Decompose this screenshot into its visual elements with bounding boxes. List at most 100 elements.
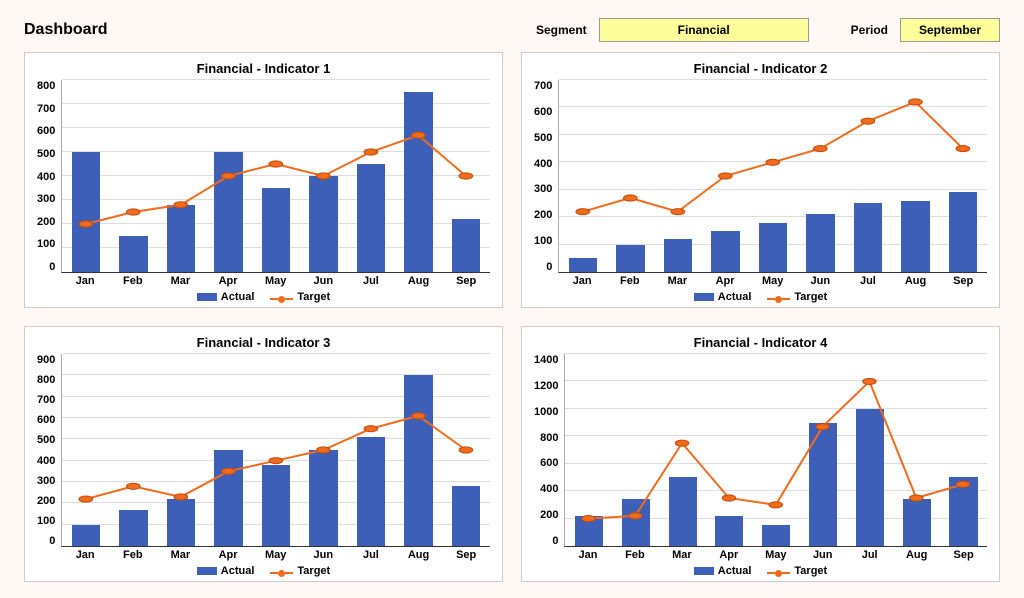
y-tick: 600	[534, 106, 552, 118]
y-tick: 300	[37, 475, 55, 487]
target-line	[62, 80, 490, 272]
y-tick: 800	[37, 80, 55, 92]
x-tick: Jun	[796, 275, 844, 287]
segment-label: Segment	[536, 23, 587, 37]
y-tick: 700	[534, 80, 552, 92]
plot-wrap: JanFebMarAprMayJunJulAugSep	[558, 80, 987, 287]
y-tick: 500	[534, 132, 552, 144]
x-tick: May	[252, 275, 300, 287]
x-tick: Jun	[299, 549, 347, 561]
legend: ActualTarget	[37, 287, 490, 303]
x-tick: May	[252, 549, 300, 561]
x-tick: Aug	[395, 275, 443, 287]
legend-item-actual: Actual	[197, 291, 255, 303]
x-axis: JanFebMarAprMayJunJulAugSep	[564, 547, 987, 561]
legend-label-actual: Actual	[221, 291, 255, 303]
legend: ActualTarget	[534, 561, 987, 577]
plot-area	[61, 354, 490, 547]
y-tick: 300	[37, 193, 55, 205]
plot-area	[558, 80, 987, 273]
page-title: Dashboard	[24, 21, 108, 39]
plot-wrap: JanFebMarAprMayJunJulAugSep	[564, 354, 987, 561]
chart-title: Financial - Indicator 4	[534, 335, 987, 350]
x-tick: Jun	[299, 275, 347, 287]
legend-label-target: Target	[794, 291, 827, 303]
legend-swatch-line-icon	[270, 296, 293, 303]
y-axis: 0100200300400500600700	[534, 80, 558, 287]
y-tick: 100	[534, 235, 552, 247]
chart-body: 0100200300400500600700800JanFebMarAprMay…	[37, 80, 490, 287]
x-tick: Sep	[940, 549, 987, 561]
plot-wrap: JanFebMarAprMayJunJulAugSep	[61, 354, 490, 561]
legend-label-actual: Actual	[718, 291, 752, 303]
legend-swatch-bar-icon	[197, 567, 217, 575]
x-tick: Jan	[61, 275, 109, 287]
x-tick: Aug	[892, 275, 940, 287]
legend-item-target: Target	[767, 291, 827, 303]
x-axis: JanFebMarAprMayJunJulAugSep	[558, 273, 987, 287]
legend-label-target: Target	[794, 565, 827, 577]
y-tick: 0	[534, 535, 558, 547]
y-tick: 400	[534, 483, 558, 495]
segment-select[interactable]: Financial	[599, 18, 809, 42]
y-tick: 500	[37, 148, 55, 160]
y-tick: 0	[37, 261, 55, 273]
y-tick: 800	[534, 432, 558, 444]
x-tick: Sep	[442, 549, 490, 561]
x-tick: Apr	[204, 275, 252, 287]
x-axis: JanFebMarAprMayJunJulAugSep	[61, 273, 490, 287]
legend-label-target: Target	[297, 565, 330, 577]
x-tick: May	[752, 549, 799, 561]
y-tick: 200	[37, 216, 55, 228]
x-tick: Apr	[701, 275, 749, 287]
chart-grid: Financial - Indicator 101002003004005006…	[0, 52, 1024, 592]
x-tick: Jun	[799, 549, 846, 561]
y-axis: 0100200300400500600700800	[37, 80, 61, 287]
plot-area	[61, 80, 490, 273]
y-tick: 200	[534, 509, 558, 521]
x-tick: Jul	[347, 549, 395, 561]
legend-swatch-bar-icon	[694, 567, 714, 575]
legend-label-actual: Actual	[221, 565, 255, 577]
x-tick: Jul	[844, 275, 892, 287]
chart-card-4: Financial - Indicator 402004006008001000…	[521, 326, 1000, 582]
y-tick: 700	[37, 394, 55, 406]
period-select[interactable]: September	[900, 18, 1000, 42]
legend: Actual Target	[37, 561, 490, 577]
y-tick: 600	[37, 125, 55, 137]
x-tick: Aug	[893, 549, 940, 561]
y-tick: 1400	[534, 354, 558, 366]
target-line	[565, 354, 987, 546]
target-line	[62, 354, 490, 546]
period-label: Period	[851, 23, 888, 37]
x-tick: Feb	[109, 549, 157, 561]
chart-card-2: Financial - Indicator 201002003004005006…	[521, 52, 1000, 308]
x-tick: Apr	[705, 549, 752, 561]
legend-swatch-line-icon	[767, 296, 790, 303]
y-tick: 100	[37, 238, 55, 250]
chart-card-1: Financial - Indicator 101002003004005006…	[24, 52, 503, 308]
y-tick: 0	[37, 535, 55, 547]
chart-card-3: Financial - Indicator 301002003004005006…	[24, 326, 503, 582]
x-tick: Mar	[658, 549, 705, 561]
chart-title: Financial - Indicator 3	[37, 335, 490, 350]
x-tick: Jan	[61, 549, 109, 561]
x-tick: Mar	[157, 275, 205, 287]
legend-item-actual: Actual	[197, 565, 255, 577]
x-tick: Feb	[611, 549, 658, 561]
x-tick: May	[749, 275, 797, 287]
y-tick: 900	[37, 354, 55, 366]
x-tick: Jan	[564, 549, 611, 561]
x-tick: Jul	[347, 275, 395, 287]
chart-body: 0100200300400500600700800900JanFebMarApr…	[37, 354, 490, 561]
y-axis: 0100200300400500600700800900	[37, 354, 61, 561]
y-tick: 200	[534, 209, 552, 221]
y-tick: 700	[37, 103, 55, 115]
chart-body: 0100200300400500600700JanFebMarAprMayJun…	[534, 80, 987, 287]
x-tick: Sep	[939, 275, 987, 287]
y-tick: 100	[37, 515, 55, 527]
y-tick: 400	[37, 455, 55, 467]
y-tick: 0	[534, 261, 552, 273]
y-tick: 600	[37, 414, 55, 426]
x-tick: Feb	[606, 275, 654, 287]
